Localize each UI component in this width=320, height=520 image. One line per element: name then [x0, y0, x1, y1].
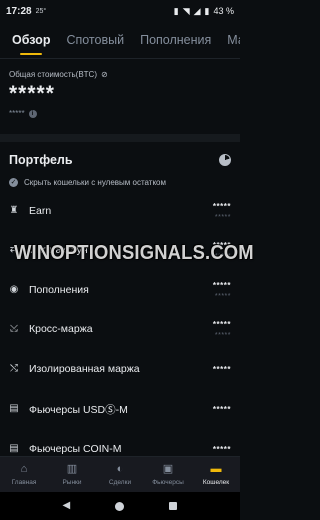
wallet-value: *****	[212, 444, 231, 454]
wifi-icon: ◥	[182, 5, 190, 16]
wallet-row-earn[interactable]: ♜ Earn ***** *****	[9, 198, 231, 224]
wallet-value: *****	[212, 364, 231, 374]
balance-value: *****	[9, 85, 55, 103]
spot-icon: ⇄	[9, 244, 19, 255]
wallet-name: Пополнения	[29, 284, 89, 296]
balance-label-row: Общая стоимость(BTC) ⊘	[9, 70, 231, 79]
wallet-name: Спот аккаунт	[29, 244, 93, 256]
wallet-values: *****	[213, 445, 231, 454]
wallet-value: *****	[212, 201, 231, 211]
isolated-margin-icon: ⤭	[10, 363, 18, 374]
signal-icon: ▮	[173, 5, 179, 16]
nav-label: Кошелек	[202, 478, 230, 486]
wallet-value: *****	[212, 240, 231, 250]
home-button-icon[interactable]	[115, 501, 125, 511]
bottom-nav: ⌂ Главная ▥ Рынки ◐ Сделки ▣ Фьючерсы ▬ …	[0, 456, 240, 492]
section-separator	[0, 134, 240, 142]
wallet-value-sub: *****	[214, 213, 231, 221]
wallet-values: ***** *****	[213, 241, 231, 260]
wallet-values: *****	[213, 365, 231, 374]
status-temp: 25°	[35, 7, 47, 15]
wallet-value-sub: *****	[214, 292, 231, 300]
system-nav-bar: ◀	[0, 492, 240, 520]
wallet-name: Фьючерсы USDⓈ-M	[29, 403, 128, 416]
wallet-tabs: Обзор Спотовый Пополнения Маржа	[0, 22, 240, 58]
portfolio-header: Портфель	[9, 151, 231, 169]
trades-icon: ◐	[116, 463, 124, 475]
cell-icon: ◢	[193, 5, 201, 16]
eye-off-icon[interactable]: ⊘	[101, 70, 108, 79]
tab-funding[interactable]: Пополнения	[140, 33, 211, 47]
earn-icon: ♜	[9, 205, 19, 216]
wallet-value-sub: *****	[214, 252, 231, 260]
balance-label: Общая стоимость(BTC)	[9, 70, 97, 79]
pie-chart-icon[interactable]	[219, 154, 231, 166]
nav-label: Фьючерсы	[152, 478, 184, 486]
status-bar: 17:28 25° ▮ ◥ ◢ ▮ 43 %	[0, 0, 240, 22]
nav-home[interactable]: ⌂ Главная	[0, 457, 48, 492]
wallet-value: *****	[212, 280, 231, 290]
wallet-name: Earn	[29, 205, 52, 217]
wallet-value: *****	[212, 404, 231, 414]
portfolio-title: Портфель	[9, 153, 73, 167]
tabs-divider	[0, 58, 240, 59]
wallet-icon: ▬	[210, 463, 222, 475]
balance-sub-row: ***** i	[9, 109, 231, 118]
nav-trades[interactable]: ◐ Сделки	[96, 457, 144, 492]
wallet-name: Изолированная маржа	[29, 363, 140, 375]
nav-markets[interactable]: ▥ Рынки	[48, 457, 96, 492]
cross-margin-icon: ⤩	[10, 323, 18, 334]
info-icon[interactable]: i	[28, 109, 37, 118]
nav-label: Главная	[11, 478, 37, 486]
futures-coinm-icon: ▤	[9, 443, 19, 454]
wallet-row-isolated-margin[interactable]: ⤭ Изолированная маржа *****	[9, 356, 231, 382]
wallet-value-sub: *****	[214, 331, 231, 339]
wallet-row-futures-usdm[interactable]: ▤ Фьючерсы USDⓈ-M *****	[9, 396, 231, 422]
nav-futures[interactable]: ▣ Фьючерсы	[144, 457, 192, 492]
wallet-name: Фьючерсы COIN-M	[29, 443, 122, 455]
wallet-row-funding[interactable]: ◉ Пополнения ***** *****	[9, 277, 231, 303]
nav-label: Рынки	[62, 478, 82, 486]
hide-zero-label: Скрыть кошельки с нулевым остатком	[24, 178, 167, 187]
wallet-row-cross-margin[interactable]: ⤩ Кросс-маржа ***** *****	[9, 316, 231, 342]
markets-icon: ▥	[66, 463, 78, 475]
tab-spot[interactable]: Спотовый	[66, 33, 124, 47]
check-icon: ✓	[9, 178, 18, 187]
nav-label: Сделки	[108, 478, 132, 486]
wallet-row-spot[interactable]: ⇄ Спот аккаунт ***** *****	[9, 237, 231, 263]
wallet-values: ***** *****	[213, 202, 231, 221]
tab-overview[interactable]: Обзор	[12, 33, 50, 55]
nav-wallet[interactable]: ▬ Кошелек	[192, 457, 240, 492]
status-time: 17:28	[6, 5, 32, 17]
battery-icon: ▮	[204, 5, 210, 16]
balance-section: Общая стоимость(BTC) ⊘ ***** ***** i	[9, 70, 231, 118]
battery-level: 43 %	[213, 6, 234, 16]
hide-zero-toggle[interactable]: ✓ Скрыть кошельки с нулевым остатком	[9, 178, 166, 187]
wallet-values: ***** *****	[213, 320, 231, 339]
wallet-value: *****	[212, 319, 231, 329]
tab-margin[interactable]: Маржа	[227, 33, 240, 47]
back-icon[interactable]: ◀	[63, 501, 71, 511]
wallet-values: *****	[213, 405, 231, 414]
funding-icon: ◉	[9, 284, 19, 295]
balance-sub: *****	[9, 109, 25, 118]
recents-icon[interactable]	[169, 502, 178, 510]
home-icon: ⌂	[20, 463, 28, 475]
status-right: ▮ ◥ ◢ ▮ 43 %	[174, 6, 234, 16]
wallet-values: ***** *****	[213, 281, 231, 300]
wallet-name: Кросс-маржа	[29, 323, 93, 335]
futures-icon: ▣	[162, 463, 174, 475]
futures-usdm-icon: ▤	[9, 403, 19, 414]
